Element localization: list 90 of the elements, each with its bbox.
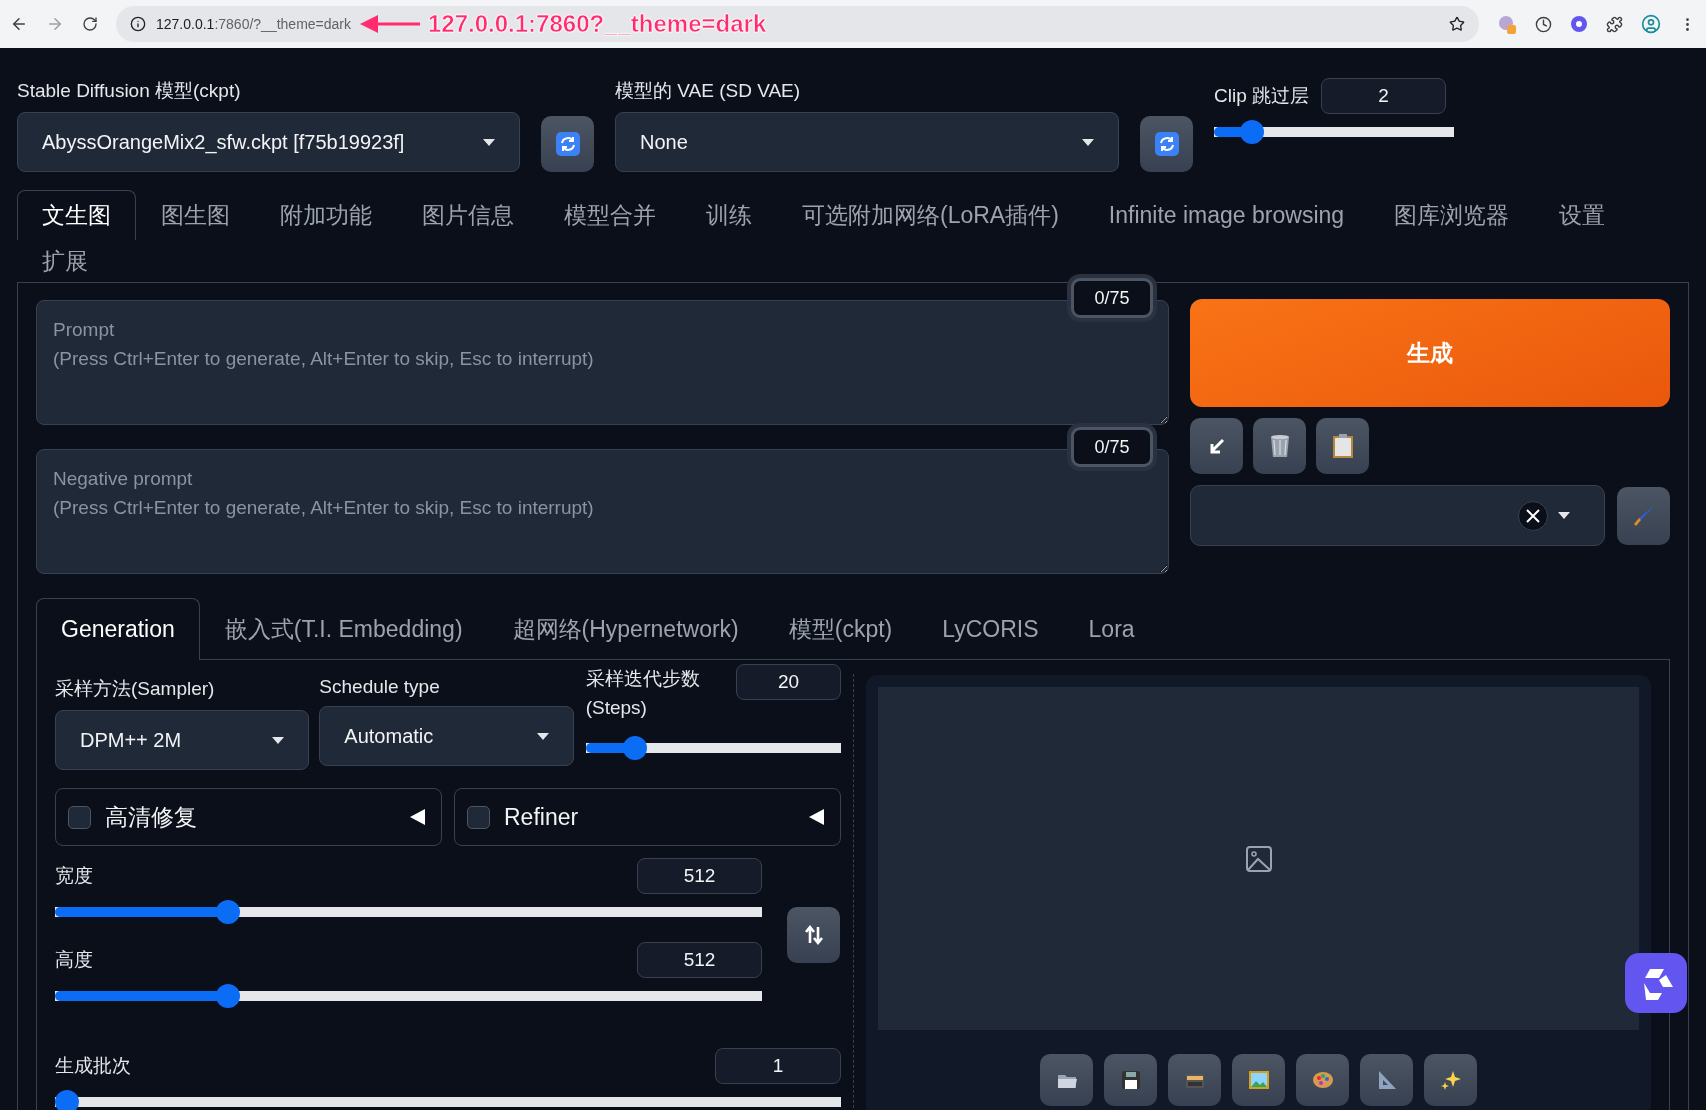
image-icon: [1245, 845, 1272, 872]
trash-icon: [1268, 434, 1291, 458]
tab[interactable]: LyCORIS: [917, 598, 1064, 660]
slider-thumb[interactable]: [622, 736, 647, 760]
extension-icon[interactable]: [1570, 15, 1588, 33]
paintbrush-icon: [1631, 503, 1656, 528]
tab[interactable]: 扩展: [17, 239, 113, 283]
number-input[interactable]: 512: [637, 942, 762, 978]
checkpoint-dropdown[interactable]: AbyssOrangeMix2_sfw.ckpt [f75b19923f]: [17, 112, 520, 172]
tab[interactable]: 超网络(Hypernetwork): [487, 598, 764, 660]
checkbox[interactable]: [467, 805, 490, 829]
framed-picture-icon: [1246, 1068, 1271, 1092]
tab[interactable]: 训练: [681, 190, 777, 240]
field-label: 生成批次: [55, 1054, 131, 1078]
accordion-header[interactable]: 高清修复: [55, 788, 442, 846]
tab[interactable]: 图生图: [136, 190, 255, 240]
caret-icon: [536, 732, 549, 740]
refresh-button[interactable]: [1140, 116, 1193, 172]
triangle-icon: [409, 809, 425, 825]
tab[interactable]: 文生图: [17, 190, 136, 240]
tab[interactable]: Lora: [1063, 598, 1160, 660]
refresh-button[interactable]: [541, 116, 594, 172]
bookmark-star-icon[interactable]: [1449, 16, 1465, 32]
triangle-icon: [808, 809, 824, 825]
number-input[interactable]: 512: [637, 858, 762, 894]
profile-icon[interactable]: [1641, 14, 1661, 34]
caret-icon: [1558, 512, 1570, 519]
clear-button[interactable]: [1518, 500, 1548, 531]
slider-thumb[interactable]: [55, 1090, 79, 1110]
field-label: Stable Diffusion 模型(ckpt): [17, 79, 242, 103]
slider-thumb[interactable]: [215, 900, 240, 924]
refresh-icon: [1154, 132, 1179, 156]
field-label: 模型的 VAE (SD VAE): [615, 79, 802, 103]
reload-icon[interactable]: [82, 16, 98, 32]
accordion-label: Refiner: [504, 803, 580, 831]
tab[interactable]: Generation: [36, 598, 200, 660]
tab[interactable]: 模型(ckpt): [763, 598, 918, 660]
field-label: Clip 跳过层: [1214, 84, 1309, 108]
palette-button[interactable]: [1296, 1054, 1349, 1106]
swap-arrows-icon: [802, 924, 825, 946]
field-label: 采样方法(Sampler): [55, 677, 216, 701]
annotation-text: 127.0.0.1:7860?__theme=dark: [428, 10, 767, 38]
field-label: 宽度: [55, 864, 93, 888]
slider-track[interactable]: [55, 1090, 841, 1110]
folder-button[interactable]: [1040, 1054, 1093, 1106]
close-icon: [1526, 508, 1540, 523]
tab[interactable]: 模型合并: [539, 190, 681, 240]
framed-picture-button[interactable]: [1232, 1054, 1285, 1106]
tab[interactable]: 图片信息: [397, 190, 539, 240]
back-icon[interactable]: [10, 15, 28, 33]
field-label: Schedule type: [319, 676, 441, 698]
field-label: 采样迭代步数 (Steps): [585, 667, 701, 720]
tab[interactable]: Infinite image browsing: [1083, 190, 1370, 240]
slider-thumb[interactable]: [1239, 120, 1264, 144]
floating-assistant-button[interactable]: [1625, 953, 1687, 1013]
swap-dimensions-button[interactable]: [787, 907, 840, 963]
tab[interactable]: 设置: [1534, 190, 1631, 240]
refresh-icon: [555, 132, 580, 156]
number-input[interactable]: 1: [715, 1048, 841, 1084]
tab[interactable]: 图库浏览器: [1369, 190, 1535, 240]
slider-thumb[interactable]: [215, 984, 240, 1008]
clipboard-icon: [1331, 433, 1354, 459]
url-text: 127.0.0.1:7860/?__theme=dark: [156, 16, 351, 32]
field-label: 高度: [55, 948, 93, 972]
read-params-button[interactable]: [1190, 418, 1243, 474]
accordion-label: 高清修复: [105, 802, 198, 832]
triangle-ruler-button[interactable]: [1360, 1054, 1413, 1106]
puzzle-icon[interactable]: [1606, 15, 1623, 33]
tab[interactable]: 嵌入式(T.I. Embedding): [199, 598, 488, 660]
caret-icon: [483, 138, 495, 146]
file-cabinet-button[interactable]: [1168, 1054, 1221, 1106]
sampler-dropdown[interactable]: DPM++ 2M: [55, 710, 310, 770]
sparkles-button[interactable]: [1424, 1054, 1477, 1106]
floppy-disk-button[interactable]: [1104, 1054, 1157, 1106]
info-icon: [130, 16, 146, 32]
accordion-header[interactable]: Refiner: [454, 788, 841, 846]
tab[interactable]: 可选附加网络(LoRA插件): [777, 190, 1084, 240]
caret-icon: [1082, 138, 1094, 146]
vae-dropdown[interactable]: None: [615, 112, 1119, 172]
clock-icon[interactable]: [1535, 15, 1552, 33]
tab[interactable]: 附加功能: [255, 190, 397, 240]
number-input[interactable]: 2: [1321, 78, 1446, 114]
number-input[interactable]: 20: [736, 664, 841, 700]
trash-button[interactable]: [1253, 418, 1306, 474]
annotation-arrow: [360, 14, 420, 34]
clipboard-button[interactable]: [1316, 418, 1369, 474]
caret-icon: [272, 736, 285, 744]
schedule-dropdown[interactable]: Automatic: [319, 706, 574, 766]
checkbox[interactable]: [68, 805, 91, 829]
paintbrush-button[interactable]: [1617, 486, 1670, 545]
